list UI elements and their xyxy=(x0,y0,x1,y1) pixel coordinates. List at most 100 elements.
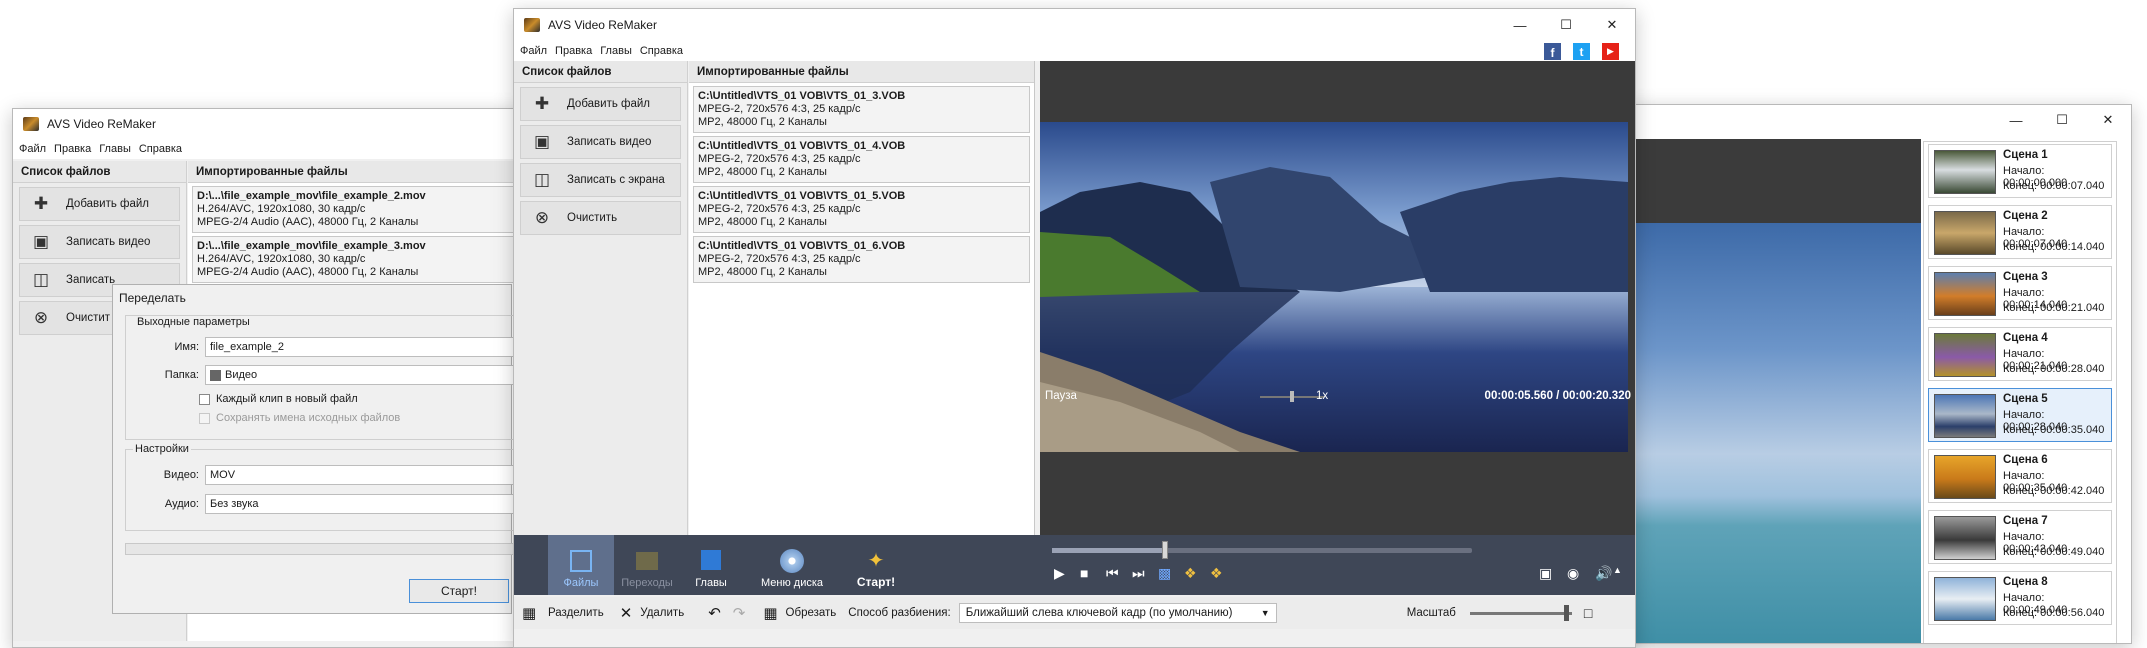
clear-icon: ⊗ xyxy=(33,308,49,327)
play-icon[interactable]: ▶ xyxy=(1054,565,1080,582)
menu-file[interactable]: Файл xyxy=(520,45,547,57)
name-input[interactable]: file_example_2 xyxy=(205,337,525,357)
scale-slider[interactable] xyxy=(1469,604,1572,621)
maximize-icon[interactable]: ☐ xyxy=(2039,105,2085,135)
transitions-tool-icon xyxy=(636,552,658,570)
undo-icon[interactable]: ↶ xyxy=(708,604,721,622)
main-window: AVS Video ReMaker — ☐ ✕ Файл Правка Глав… xyxy=(513,8,1636,648)
trim-icon[interactable]: ▦ xyxy=(763,604,777,622)
scene-item[interactable]: Сцена 2 Начало: 00:00:07.040 Конец: 00:0… xyxy=(1928,205,2112,259)
split-method-value: Ближайший слева ключевой кадр (по умолча… xyxy=(965,607,1233,619)
record-screen-button[interactable]: ◫ Записать с экрана xyxy=(520,163,681,197)
settings-group-label: Настройки xyxy=(133,443,191,455)
tool-start[interactable]: ✦ Старт! xyxy=(838,535,914,595)
scene-item[interactable]: Сцена 1 Начало: 00:00:00.000 Конец: 00:0… xyxy=(1928,144,2112,198)
dialog-start-button[interactable]: Старт! xyxy=(409,579,509,603)
speed-slider-handle[interactable] xyxy=(1290,391,1294,402)
each-clip-row[interactable]: Каждый клип в новый файл xyxy=(199,393,358,405)
audio-row: Аудио: Без звука xyxy=(157,494,525,514)
scene-item[interactable]: Сцена 6 Начало: 00:00:35.040 Конец: 00:0… xyxy=(1928,449,2112,503)
delete-icon[interactable]: ✕ xyxy=(620,604,633,622)
add-file-button[interactable]: ✚ Добавить файл xyxy=(19,187,180,221)
seek-bar[interactable] xyxy=(1052,541,1472,559)
volume-icon[interactable]: 🔊 xyxy=(1595,565,1613,582)
scene-end: Конец: 00:00:56.040 xyxy=(2003,607,2105,619)
tool-chapters-label: Главы xyxy=(695,577,727,589)
split-label[interactable]: Разделить xyxy=(548,607,604,619)
scene-item[interactable]: Сцена 3 Начало: 00:00:14.040 Конец: 00:0… xyxy=(1928,266,2112,320)
menu-help[interactable]: Справка xyxy=(139,143,182,155)
minimize-icon[interactable]: — xyxy=(1497,10,1543,40)
file-item[interactable]: C:\Untitled\VTS_01 VOB\VTS_01_6.VOB MPEG… xyxy=(693,236,1030,283)
main-files-panel: Импортированные файлы C:\Untitled\VTS_01… xyxy=(689,61,1035,541)
tool-files[interactable]: Файлы xyxy=(548,535,614,595)
scene-item[interactable]: Сцена 7 Начало: 00:00:42.040 Конец: 00:0… xyxy=(1928,510,2112,564)
next-frame-icon[interactable]: ⏭ xyxy=(1132,565,1158,582)
scene-end: Конец: 00:00:35.040 xyxy=(2003,424,2105,436)
tool-transitions[interactable]: Переходы xyxy=(614,535,680,595)
split-icon[interactable]: ▦ xyxy=(522,604,542,622)
twitter-icon[interactable]: t xyxy=(1573,43,1590,60)
scale-slider-handle[interactable] xyxy=(1563,604,1569,621)
scene-item[interactable]: Сцена 8 Начало: 00:00:49.040 Конец: 00:0… xyxy=(1928,571,2112,625)
each-clip-checkbox[interactable] xyxy=(199,393,210,405)
delete-label[interactable]: Удалить xyxy=(640,607,684,619)
fullscreen-icon[interactable]: ▣ xyxy=(1539,565,1567,582)
folder-value: Видео xyxy=(225,369,258,381)
split-method-select[interactable]: Ближайший слева ключевой кадр (по умолча… xyxy=(958,603,1277,623)
folder-label: Папка: xyxy=(164,369,199,381)
redo-icon[interactable]: ↷ xyxy=(733,604,746,622)
time-separator: / xyxy=(1556,390,1560,402)
video-format-select[interactable]: MOV xyxy=(205,465,525,485)
right-video-frame xyxy=(1601,223,1921,643)
seek-handle[interactable] xyxy=(1162,541,1169,559)
remake-dialog: Переделать Выходные параметры Имя: file_… xyxy=(112,284,525,614)
scene-detect-icon[interactable]: ▩ xyxy=(1158,565,1184,582)
dialog-progress-bar xyxy=(125,543,525,555)
youtube-icon[interactable]: ▶ xyxy=(1602,43,1619,60)
scene-name: Сцена 3 xyxy=(2003,271,2048,283)
file-item[interactable]: C:\Untitled\VTS_01 VOB\VTS_01_3.VOB MPEG… xyxy=(693,86,1030,133)
menu-chapters[interactable]: Главы xyxy=(99,143,131,155)
stop-icon[interactable]: ■ xyxy=(1080,565,1106,582)
menu-help[interactable]: Справка xyxy=(640,45,683,57)
menu-edit[interactable]: Правка xyxy=(555,45,592,57)
trim-label[interactable]: Обрезать xyxy=(786,607,837,619)
menu-edit[interactable]: Правка xyxy=(54,143,91,155)
marker-out-icon[interactable]: ❖ xyxy=(1210,565,1236,582)
tool-chapters[interactable]: Главы xyxy=(678,535,744,595)
folder-icon xyxy=(210,369,221,381)
close-icon[interactable]: ✕ xyxy=(2085,105,2131,135)
minimize-icon[interactable]: — xyxy=(1993,105,2039,135)
name-label: Имя: xyxy=(174,341,199,353)
marker-in-icon[interactable]: ❖ xyxy=(1184,565,1210,582)
record-screen-label: Записать xyxy=(66,274,116,286)
seek-bar-fill xyxy=(1052,548,1166,553)
tool-start-label: Старт! xyxy=(856,575,896,589)
plus-icon: ✚ xyxy=(534,94,550,113)
scene-item[interactable]: Сцена 4 Начало: 00:00:21.040 Конец: 00:0… xyxy=(1928,327,2112,381)
folder-input[interactable]: Видео xyxy=(205,365,525,385)
volume-dropdown-icon[interactable]: ▲ xyxy=(1613,565,1623,582)
fit-zoom-icon[interactable]: □ xyxy=(1584,605,1592,621)
edit-bar: ▦ Разделить ✕ Удалить ↶ ↷ ▦ Обрезать Спо… xyxy=(514,597,1635,629)
close-icon[interactable]: ✕ xyxy=(1589,10,1635,40)
snapshot-icon[interactable]: ◉ xyxy=(1567,565,1595,582)
file-item[interactable]: C:\Untitled\VTS_01 VOB\VTS_01_5.VOB MPEG… xyxy=(693,186,1030,233)
facebook-icon[interactable]: f xyxy=(1544,43,1561,60)
record-video-button[interactable]: ▣ Записать видео xyxy=(520,125,681,159)
clear-button[interactable]: ⊗ Очистить xyxy=(520,201,681,235)
tool-disc-menu[interactable]: Меню диска xyxy=(754,535,830,595)
scene-item[interactable]: Сцена 5 Начало: 00:00:28.040 Конец: 00:0… xyxy=(1928,388,2112,442)
keep-names-row: Сохранять имена исходных файлов xyxy=(199,412,400,424)
menu-file[interactable]: Файл xyxy=(19,143,46,155)
file-item[interactable]: C:\Untitled\VTS_01 VOB\VTS_01_4.VOB MPEG… xyxy=(693,136,1030,183)
previous-frame-icon[interactable]: ⏮ xyxy=(1106,565,1132,582)
maximize-icon[interactable]: ☐ xyxy=(1543,10,1589,40)
audio-format-select[interactable]: Без звука xyxy=(205,494,525,514)
record-video-button[interactable]: ▣ Записать видео xyxy=(19,225,180,259)
scene-name: Сцена 6 xyxy=(2003,454,2048,466)
video-row: Видео: MOV xyxy=(157,465,525,485)
add-file-button[interactable]: ✚ Добавить файл xyxy=(520,87,681,121)
menu-chapters[interactable]: Главы xyxy=(600,45,632,57)
